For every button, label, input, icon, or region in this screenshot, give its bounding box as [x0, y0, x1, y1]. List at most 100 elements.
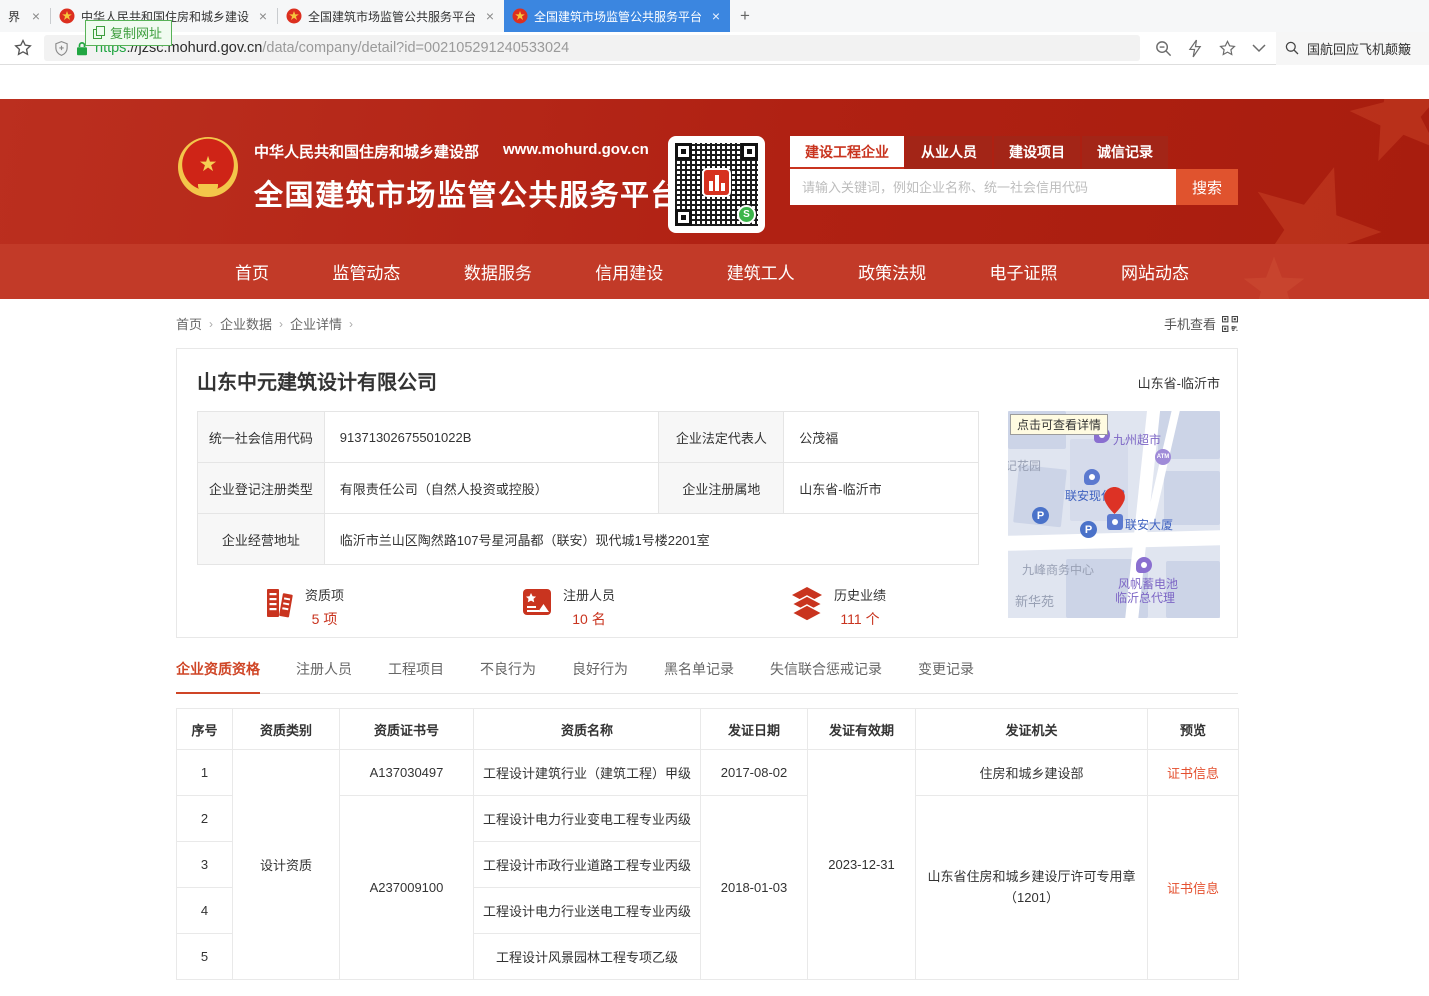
- cell-category: 设计资质: [233, 750, 340, 980]
- stat-value: 10 名: [563, 609, 615, 629]
- cell-authority: 住房和城乡建设部: [916, 750, 1148, 796]
- tab-title: 全国建筑市场监管公共服务平台: [308, 8, 478, 25]
- nav-item-data-service[interactable]: 数据服务: [464, 259, 532, 284]
- certificate-info-link[interactable]: 证书信息: [1167, 766, 1219, 781]
- map-label-supermarket: 九州超市: [1113, 431, 1161, 448]
- favorite-star-icon[interactable]: [1218, 39, 1237, 58]
- field-value: 有限责任公司（自然人投资或控股）: [324, 463, 659, 514]
- stat-value: 111 个: [834, 609, 886, 629]
- search-tab-personnel[interactable]: 从业人员: [906, 136, 992, 169]
- tab-registered-personnel[interactable]: 注册人员: [296, 659, 352, 693]
- layers-icon: [789, 585, 825, 621]
- chevron-down-icon[interactable]: [1252, 44, 1266, 53]
- nav-item-supervision[interactable]: 监管动态: [332, 259, 400, 284]
- breadcrumb-company-detail: 企业详情: [290, 314, 342, 333]
- cell-issue-date: 2017-08-02: [701, 750, 808, 796]
- tab-change-records[interactable]: 变更记录: [918, 659, 974, 693]
- new-tab-button[interactable]: +: [730, 0, 760, 32]
- nav-item-site-news[interactable]: 网站动态: [1121, 259, 1189, 284]
- stat-qualifications: 资质项 5 项: [262, 585, 344, 629]
- national-emblem-icon: ★: [178, 137, 238, 197]
- cell-seq: 1: [177, 750, 233, 796]
- search-button[interactable]: 搜索: [1176, 169, 1238, 205]
- field-label: 企业经营地址: [198, 514, 325, 565]
- qr-eye: [741, 143, 758, 160]
- nav-item-policy[interactable]: 政策法规: [858, 259, 926, 284]
- trending-search-box[interactable]: 国航回应飞机颠簸: [1276, 32, 1429, 65]
- shield-icon[interactable]: [54, 40, 69, 57]
- cell-preview: 证书信息: [1148, 750, 1239, 796]
- star-decoration: [1239, 252, 1309, 299]
- table-header-row: 序号 资质类别 资质证书号 资质名称 发证日期 发证有效期 发证机关 预览: [177, 709, 1239, 750]
- ministry-line: 中华人民共和国住房和城乡建设部 www.mohurd.gov.cn: [254, 141, 681, 162]
- nav-item-home[interactable]: 首页: [235, 259, 269, 284]
- close-icon[interactable]: ×: [30, 9, 42, 23]
- copy-url-tooltip: 复制网址: [85, 20, 172, 46]
- company-card: 山东中元建筑设计有限公司 山东省-临沂市 统一社会信用代码 9137130267…: [176, 348, 1238, 638]
- breadcrumb: 首页 › 企业数据 › 企业详情 › 手机查看: [176, 314, 1238, 333]
- copy-tooltip-label: 复制网址: [110, 23, 162, 42]
- breadcrumb-home[interactable]: 首页: [176, 314, 202, 333]
- certificate-info-link[interactable]: 证书信息: [1167, 881, 1219, 896]
- browser-tab-jzsc-1[interactable]: 全国建筑市场监管公共服务平台 ×: [278, 0, 504, 32]
- map-label-lianan-tower: 联安大厦: [1125, 516, 1173, 533]
- keyword-search-input[interactable]: [790, 169, 1176, 205]
- col-category: 资质类别: [233, 709, 340, 750]
- bookmark-star-icon[interactable]: [10, 38, 36, 58]
- qr-eye: [675, 209, 692, 226]
- field-value: 公茂福: [784, 412, 979, 463]
- field-label: 统一社会信用代码: [198, 412, 325, 463]
- tab-blacklist[interactable]: 黑名单记录: [664, 659, 734, 693]
- nav-item-e-license[interactable]: 电子证照: [990, 259, 1058, 284]
- map-road: [1008, 530, 1220, 551]
- search-tab-credit[interactable]: 诚信记录: [1082, 136, 1168, 169]
- breadcrumb-company-data[interactable]: 企业数据: [220, 314, 272, 333]
- close-icon[interactable]: ×: [484, 9, 496, 23]
- map-parking-icon: P: [1080, 521, 1097, 538]
- close-icon[interactable]: ×: [710, 9, 722, 23]
- search-tabs: 建设工程企业 从业人员 建设项目 诚信记录: [790, 136, 1238, 169]
- table-row: 1 设计资质 A137030497 工程设计建筑行业（建筑工程）甲级 2017-…: [177, 750, 1239, 796]
- field-label: 企业注册属地: [659, 463, 784, 514]
- header-search-module: 建设工程企业 从业人员 建设项目 诚信记录 搜索: [790, 136, 1238, 205]
- wechat-channel-icon: S: [737, 205, 756, 224]
- search-tab-enterprise[interactable]: 建设工程企业: [790, 136, 904, 169]
- nav-item-workers[interactable]: 建筑工人: [727, 259, 795, 284]
- zoom-out-icon[interactable]: [1154, 39, 1173, 58]
- field-value: 山东省-临沂市: [784, 463, 979, 514]
- mobile-view-toggle[interactable]: 手机查看: [1164, 314, 1238, 333]
- address-bar[interactable]: https://jzsc.mohurd.gov.cn/data/company/…: [44, 35, 1140, 61]
- main-navigation: 首页 监管动态 数据服务 信用建设 建筑工人 政策法规 电子证照 网站动态: [0, 244, 1429, 299]
- company-region: 山东省-临沂市: [1138, 373, 1220, 392]
- nav-item-credit[interactable]: 信用建设: [595, 259, 663, 284]
- browser-tab-partial[interactable]: 界 ×: [0, 0, 50, 32]
- col-qual-name: 资质名称: [474, 709, 701, 750]
- browser-tab-bar: 界 × 中华人民共和国住房和城乡建设 × 全国建筑市场监管公共服务平台 × 全国…: [0, 0, 1429, 32]
- stat-label: 历史业绩: [834, 585, 886, 604]
- search-tab-project[interactable]: 建设项目: [994, 136, 1080, 169]
- header-qr-code: S: [668, 136, 765, 233]
- cell-authority: 山东省住房和城乡建设厅许可专用章 （1201）: [916, 796, 1148, 980]
- map-red-marker-icon: [1104, 487, 1125, 514]
- lightning-icon[interactable]: [1188, 39, 1203, 58]
- cell-seq: 3: [177, 842, 233, 888]
- tab-qualifications[interactable]: 企业资质资格: [176, 659, 260, 694]
- search-icon: [1284, 40, 1300, 56]
- close-icon[interactable]: ×: [257, 9, 269, 23]
- cell-cert-no: A237009100: [340, 796, 474, 980]
- qr-center-logo: [702, 168, 731, 197]
- qr-mini-icon: [1222, 316, 1238, 332]
- field-label: 企业登记注册类型: [198, 463, 325, 514]
- detail-tab-bar: 企业资质资格 注册人员 工程项目 不良行为 良好行为 黑名单记录 失信联合惩戒记…: [176, 659, 1238, 694]
- location-map[interactable]: 九州超市 ATM 记花园 联安现代城 联安大厦 P P 九峰商务中心 风帆蓄电池…: [1008, 411, 1220, 618]
- tab-bad-behavior[interactable]: 不良行为: [480, 659, 536, 693]
- tab-good-behavior[interactable]: 良好行为: [572, 659, 628, 693]
- browser-tab-jzsc-active[interactable]: 全国建筑市场监管公共服务平台 ×: [504, 0, 730, 32]
- tab-projects[interactable]: 工程项目: [388, 659, 444, 693]
- stat-label: 资质项: [305, 585, 344, 604]
- tab-dishonesty[interactable]: 失信联合惩戒记录: [770, 659, 882, 693]
- stat-value: 5 项: [305, 609, 344, 629]
- map-pin-lianan-tower: [1107, 514, 1123, 530]
- map-label-garden: 记花园: [1008, 457, 1041, 474]
- cell-seq: 4: [177, 888, 233, 934]
